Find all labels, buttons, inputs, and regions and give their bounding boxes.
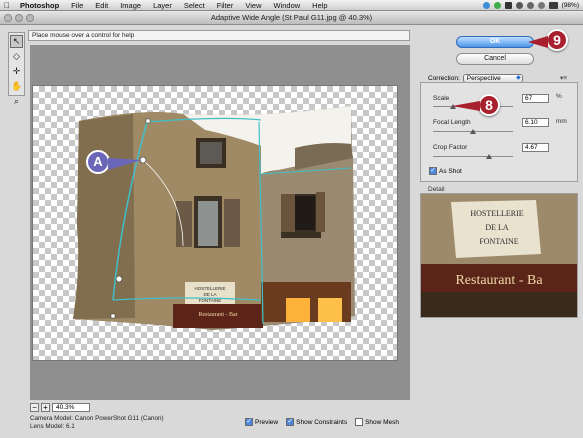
correction-label: Correction: [428,75,460,82]
detail-sign-line-3: FONTAINE [479,237,518,246]
menu-file[interactable]: File [65,1,89,10]
status-area: (98%) [482,1,583,9]
sign-line-1: HOSTELLERIE [194,286,225,291]
volume-icon[interactable] [537,1,545,9]
detail-sign-line-2: DE LA [485,223,509,232]
checkmark-icon: ✓ [286,418,295,426]
detail-label: Detail [428,186,445,193]
hand-tool-icon[interactable]: ✋ [10,80,23,93]
crop-factor-field[interactable]: 4.67 [522,143,549,152]
zoom-tool-icon[interactable]: ⌕ [10,95,23,108]
zoom-in-button[interactable]: + [41,402,50,412]
scale-field[interactable]: 67 [522,94,549,103]
view-options: ✓ Preview ✓ Show Constraints Show Mesh [245,418,399,426]
callout-9-pointer [528,36,548,48]
preview-canvas[interactable]: HOSTELLERIE DE LA FONTAINE Restaurant - … [30,45,410,400]
zoom-window-icon[interactable] [26,14,34,22]
corrected-photo: HOSTELLERIE DE LA FONTAINE Restaurant - … [73,106,355,330]
ok-button[interactable]: OK [456,36,534,48]
empty-checkbox-icon [355,418,364,426]
checkmark-icon: ✓ [245,418,253,426]
scale-unit: % [556,93,562,100]
menu-image[interactable]: Image [114,1,147,10]
detail-banner: Restaurant - Ba [455,273,543,288]
scale-label: Scale [433,95,450,102]
preview-label: Preview [255,418,279,426]
cancel-button[interactable]: Cancel [456,53,534,65]
callout-a: A [86,150,110,174]
move-tool-icon[interactable]: ✛ [10,65,23,78]
detail-panel: HOSTELLERIE DE LA FONTAINE Restaurant - … [420,193,578,318]
menu-help[interactable]: Help [306,1,333,10]
window-controls [4,14,34,22]
menu-window[interactable]: Window [267,1,306,10]
panel-menu-icon[interactable]: ▾≡ [560,74,567,82]
constraint-tool-icon[interactable]: ↖ [10,35,23,48]
dialog-title: Adaptive Wide Angle (St Paul G11.jpg @ 4… [210,13,373,22]
battery-percent: (98%) [561,1,579,9]
camera-info: Camera Model: Canon PowerShot G11 (Canon… [30,415,164,430]
show-mesh-checkbox[interactable]: Show Mesh [355,418,399,426]
help-hint: Place mouse over a control for help [28,30,410,41]
bluetooth-icon[interactable] [515,1,523,9]
checkmark-icon: ✓ [429,167,437,175]
menu-edit[interactable]: Edit [89,1,114,10]
callout-9: 9 [546,29,568,51]
display-icon[interactable] [504,1,512,9]
detail-loupe: HOSTELLERIE DE LA FONTAINE Restaurant - … [421,194,577,317]
menu-layer[interactable]: Layer [147,1,178,10]
sign-line-2: DE LA [203,292,216,297]
sync-icon[interactable] [482,1,490,9]
constraint-handle[interactable] [115,275,123,283]
skype-icon[interactable] [493,1,501,9]
restaurant-banner: Restaurant - Bar [198,312,237,318]
menu-app-name[interactable]: Photoshop [14,1,65,10]
minimize-window-icon[interactable] [15,14,23,22]
menu-view[interactable]: View [239,1,267,10]
menubar:  Photoshop File Edit Image Layer Select… [0,0,583,11]
dialog-titlebar: Adaptive Wide Angle (St Paul G11.jpg @ 4… [0,11,583,25]
constraint-endpoint[interactable] [110,313,116,319]
focal-length-field[interactable]: 6.10 [522,118,549,127]
show-constraints-checkbox[interactable]: ✓ Show Constraints [286,418,347,426]
constraint-endpoint[interactable] [145,118,151,124]
zoom-bar: − + 40.3% [30,402,410,412]
as-shot-checkbox[interactable]: ✓ As Shot [429,167,462,175]
zoom-out-button[interactable]: − [30,402,39,412]
focal-length-slider-thumb[interactable] [470,129,476,134]
polygon-constraint-tool-icon[interactable]: ◇ [10,50,23,63]
show-constraints-label: Show Constraints [296,418,348,426]
battery-icon[interactable] [548,1,558,9]
focal-length-unit: mm [556,118,567,125]
apple-menu-icon[interactable]:  [0,1,14,10]
callout-8-pointer [452,101,480,111]
focal-length-label: Focal Length [433,119,471,126]
close-window-icon[interactable] [4,14,12,22]
as-shot-label: As Shot [439,167,462,175]
crop-factor-label: Crop Factor [433,144,468,151]
preview-checkbox[interactable]: ✓ Preview [245,418,278,426]
callout-8: 8 [478,94,500,116]
wifi-icon[interactable] [526,1,534,9]
lens-model: Lens Model: 6.1 [30,422,75,430]
transparency-board: HOSTELLERIE DE LA FONTAINE Restaurant - … [32,85,398,361]
menu-select[interactable]: Select [178,1,211,10]
toolbar: ↖ ◇ ✛ ✋ ⌕ [8,32,25,106]
menu-filter[interactable]: Filter [211,1,240,10]
crop-factor-slider-track[interactable] [433,156,513,157]
callout-a-pointer [108,158,142,170]
show-mesh-label: Show Mesh [365,418,400,426]
camera-model: Camera Model: Canon PowerShot G11 (Canon… [30,415,164,422]
detail-sign-line-1: HOSTELLERIE [470,209,523,218]
zoom-level-field[interactable]: 40.3% [52,402,90,412]
crop-factor-slider-thumb[interactable] [486,154,492,159]
